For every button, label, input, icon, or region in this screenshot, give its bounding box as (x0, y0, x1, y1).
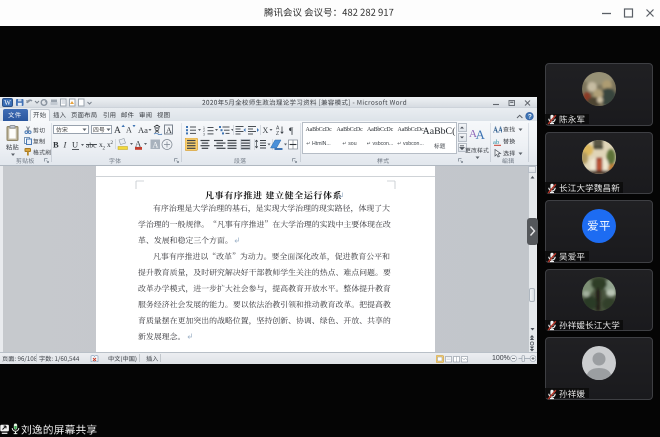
svg-text:A: A (153, 141, 159, 150)
svg-text:A: A (166, 126, 172, 135)
svg-text:I: I (63, 140, 68, 150)
svg-text:ÅÅ: ÅÅ (493, 127, 502, 135)
svg-text:A: A (114, 126, 121, 135)
svg-text:U: U (72, 140, 78, 150)
svg-text:W: W (4, 99, 11, 107)
svg-text:2: 2 (111, 141, 114, 146)
svg-text:B: B (53, 140, 59, 150)
svg-text:abc: abc (86, 141, 97, 150)
svg-text:Z: Z (276, 131, 279, 136)
svg-text:3: 3 (203, 132, 205, 136)
svg-text:Aa: Aa (138, 125, 148, 135)
svg-text:A: A (126, 126, 132, 135)
svg-text:X: X (263, 126, 269, 135)
svg-text:?: ? (528, 114, 532, 121)
svg-text:A: A (476, 127, 486, 141)
svg-text:2: 2 (103, 147, 106, 152)
